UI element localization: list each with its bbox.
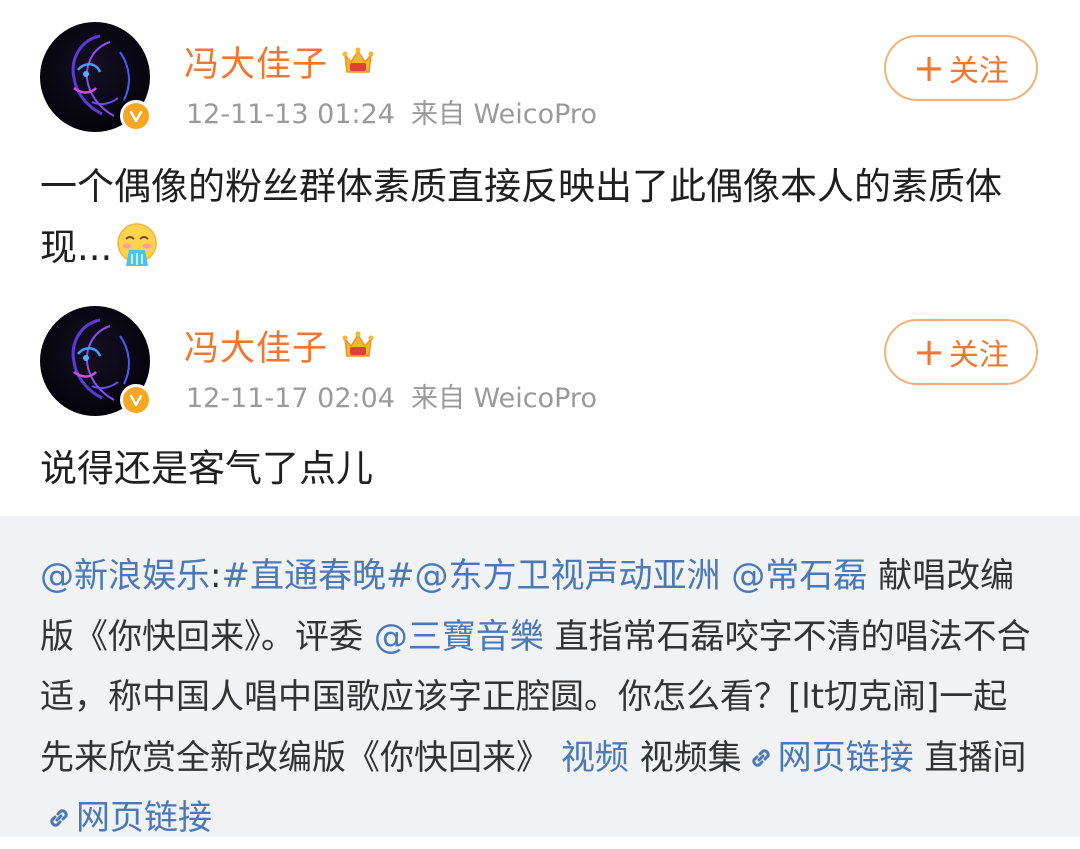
link-icon — [751, 748, 770, 767]
video-link[interactable]: 视频 — [561, 738, 629, 778]
mention-link[interactable]: @三寶音樂 — [374, 617, 544, 657]
post-content: 一个偶像的粉丝群体素质直接反映出了此偶像本人的素质体现... — [40, 156, 1040, 278]
post-time: 12-11-17 02:04 — [186, 383, 395, 414]
post-text: 说得还是客气了点儿 — [40, 447, 373, 490]
post-meta: 12-11-17 02:04 来自 WeicoPro — [186, 376, 597, 415]
link-icon — [50, 809, 68, 827]
follow-label: 关注 — [948, 54, 1009, 89]
crown-icon — [342, 331, 374, 357]
repost-card[interactable]: @新浪娱乐:#直通春晚#@东方卫视声动亚洲 @常石磊 献唱改编版《你快回来》。评… — [0, 516, 1080, 838]
verified-badge-icon — [120, 100, 152, 132]
post-content: 说得还是客气了点儿 — [40, 438, 1040, 499]
follow-label: 关注 — [948, 338, 1009, 373]
post-source: 来自 WeicoPro — [410, 99, 597, 130]
mention-link[interactable]: @常石磊 — [731, 556, 867, 596]
repost-text-segment: : — [210, 556, 222, 596]
mention-link[interactable]: @东方卫视声动亚洲 — [414, 556, 720, 596]
crown-icon — [342, 47, 374, 73]
plus-icon: + — [913, 46, 945, 90]
repost-text: @新浪娱乐:#直通春晚#@东方卫视声动亚洲 @常石磊 献唱改编版《你快回来》。评… — [40, 546, 1040, 849]
vomit-emoji — [117, 223, 158, 266]
hashtag-link[interactable]: #直通春晚# — [221, 556, 414, 596]
verified-badge-icon — [120, 384, 152, 416]
post-meta: 12-11-13 01:24 来自 WeicoPro — [186, 92, 597, 131]
post-time: 12-11-13 01:24 — [186, 99, 395, 130]
post-source: 来自 WeicoPro — [410, 383, 597, 414]
avatar[interactable] — [40, 306, 152, 416]
username-text[interactable]: 冯大佳子 — [184, 320, 328, 371]
post-text: 一个偶像的粉丝群体素质直接反映出了此偶像本人的素质体现... — [40, 165, 1002, 269]
repost-text-segment: 视频集 — [628, 737, 742, 778]
username[interactable]: 冯大佳子 — [184, 36, 376, 87]
web-link[interactable]: 网页链接 — [778, 738, 914, 778]
follow-button[interactable]: + 关注 — [884, 35, 1038, 101]
web-link[interactable]: 网页链接 — [76, 798, 212, 838]
mention-link[interactable]: @新浪娱乐 — [40, 556, 210, 596]
avatar[interactable] — [40, 22, 152, 132]
repost-text-segment: 直播间 — [913, 737, 1027, 778]
username[interactable]: 冯大佳子 — [184, 320, 376, 371]
plus-icon: + — [913, 330, 945, 374]
username-text[interactable]: 冯大佳子 — [184, 36, 328, 87]
follow-button[interactable]: + 关注 — [884, 319, 1038, 385]
